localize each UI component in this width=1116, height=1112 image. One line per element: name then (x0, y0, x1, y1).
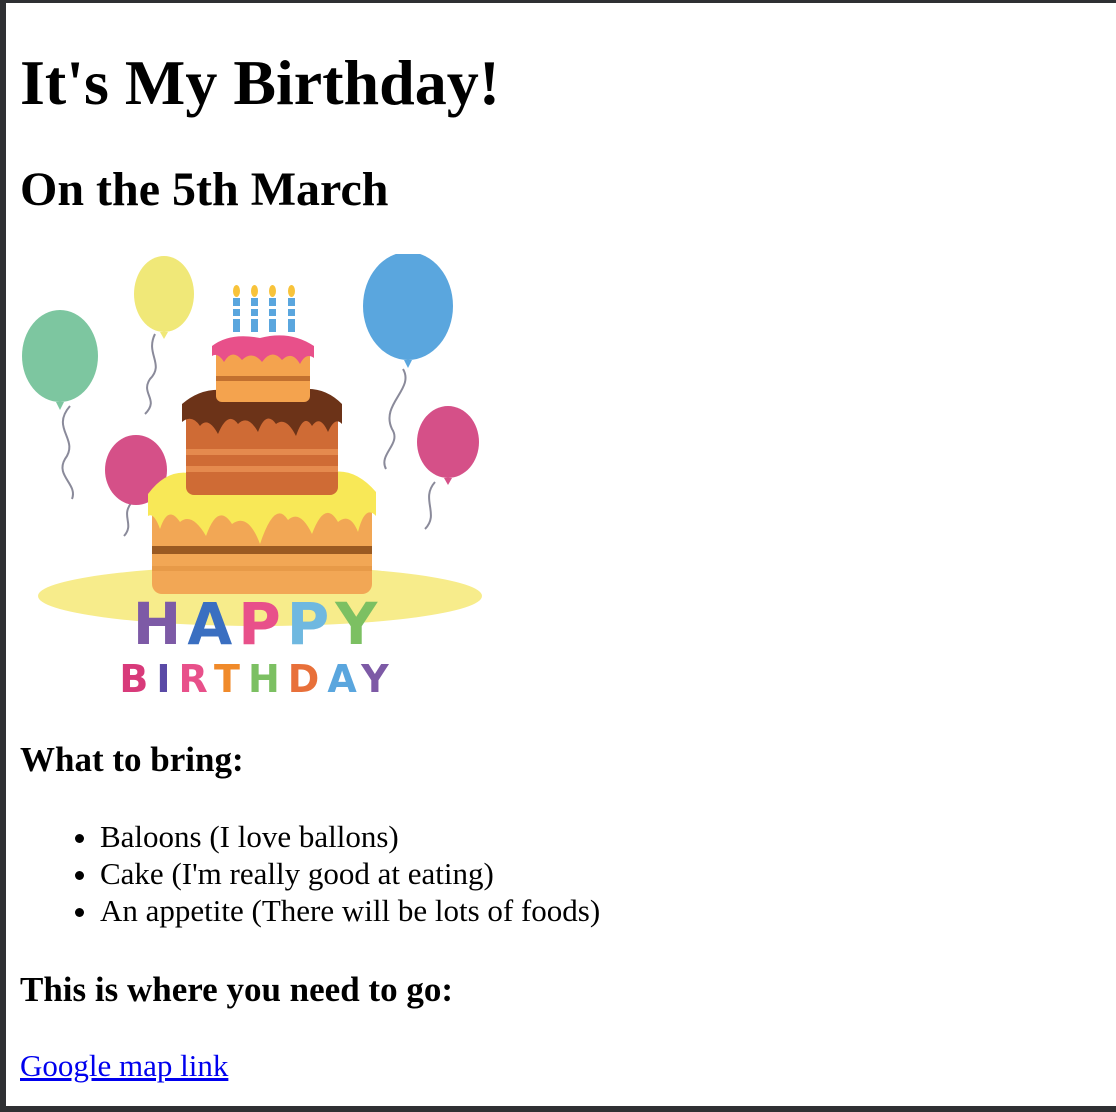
birthday-cake-image: HAPPY BIRTHDAY (22, 254, 482, 698)
balloon-yellow (134, 256, 194, 339)
google-map-link[interactable]: Google map link (20, 1047, 228, 1084)
happy-lettering: HAPPY (133, 590, 383, 658)
balloon-pink-right (417, 406, 479, 485)
page-subtitle: On the 5th March (20, 163, 389, 216)
bring-list: Baloons (I love ballons) Cake (I'm reall… (20, 818, 600, 929)
list-item: Baloons (I love ballons) (100, 818, 600, 855)
balloon-blue (363, 254, 453, 368)
birthday-lettering: BIRTHDAY (119, 657, 396, 698)
balloon-green (22, 310, 98, 410)
directions-heading: This is where you need to go: (20, 970, 453, 1009)
what-to-bring-heading: What to bring: (20, 740, 244, 779)
list-item: Cake (I'm really good at eating) (100, 855, 600, 892)
candles (233, 285, 295, 332)
list-item: An appetite (There will be lots of foods… (100, 892, 600, 929)
page-title: It's My Birthday! (20, 47, 500, 118)
